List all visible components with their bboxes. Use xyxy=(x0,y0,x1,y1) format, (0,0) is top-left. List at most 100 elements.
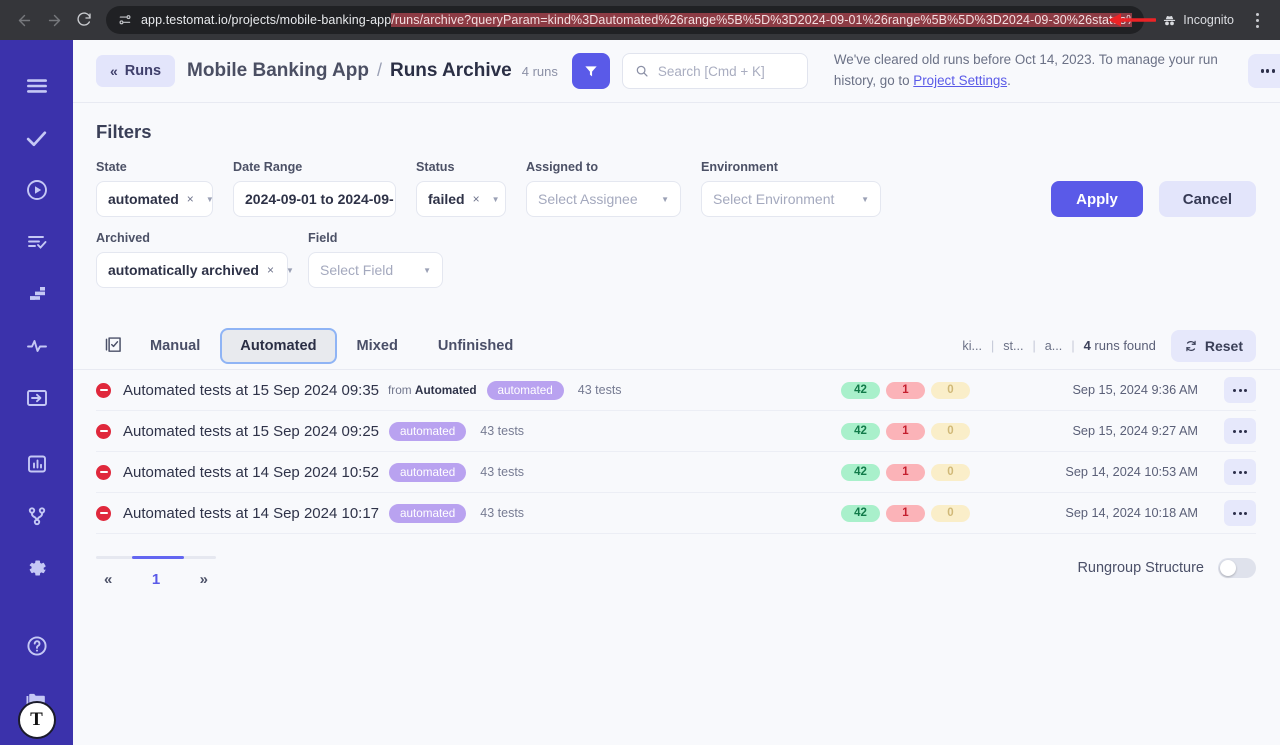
run-title[interactable]: Automated tests at 14 Sep 2024 10:17 xyxy=(123,505,379,522)
sidebar-item-help[interactable] xyxy=(15,624,59,668)
page-more-options-button[interactable] xyxy=(1248,54,1280,88)
sidebar-item-settings[interactable] xyxy=(15,546,59,590)
pagination-next-button[interactable]: » xyxy=(200,571,208,588)
row-more-options-button[interactable] xyxy=(1224,459,1256,485)
active-filter-chip-kind[interactable]: ki... xyxy=(962,339,982,353)
active-filter-chip-status[interactable]: st... xyxy=(1003,339,1023,353)
stat-passed: 42 xyxy=(841,423,880,440)
stat-passed: 42 xyxy=(841,505,880,522)
stat-skipped: 0 xyxy=(931,382,970,399)
row-more-options-button[interactable] xyxy=(1224,500,1256,526)
site-settings-icon[interactable] xyxy=(118,13,132,27)
archive-notice: We've cleared old runs before Oct 14, 20… xyxy=(834,50,1224,92)
sidebar-item-import[interactable] xyxy=(15,376,59,420)
back-to-runs-button[interactable]: « Runs xyxy=(96,55,175,87)
active-filter-chip-archived[interactable]: a... xyxy=(1045,339,1063,353)
filters-title: Filters xyxy=(96,121,1256,143)
clear-state-icon[interactable]: × xyxy=(187,192,194,206)
breadcrumb-project[interactable]: Mobile Banking App xyxy=(187,60,369,82)
sidebar-item-analytics[interactable] xyxy=(15,324,59,368)
pagination-active-indicator xyxy=(132,556,184,559)
tab-automated[interactable]: Automated xyxy=(220,328,336,364)
tab-manual[interactable]: Manual xyxy=(130,328,220,364)
tab-mixed[interactable]: Mixed xyxy=(337,328,418,364)
filter-select-state[interactable]: automated × ▼ xyxy=(96,181,213,217)
filter-toggle-button[interactable] xyxy=(572,53,610,89)
back-to-runs-label: Runs xyxy=(125,63,161,79)
filter-select-environment[interactable]: Select Environment ▼ xyxy=(701,181,881,217)
filter-select-assignee[interactable]: Select Assignee ▼ xyxy=(526,181,681,217)
filter-select-status[interactable]: failed × ▼ xyxy=(416,181,506,217)
tab-unfinished[interactable]: Unfinished xyxy=(418,328,533,364)
filter-select-field[interactable]: Select Field ▼ xyxy=(308,252,443,288)
search-placeholder: Search [Cmd + K] xyxy=(658,64,765,79)
table-row[interactable]: Automated tests at 14 Sep 2024 10:17 aut… xyxy=(96,493,1256,534)
runs-count-label: 4 runs xyxy=(522,64,558,79)
status-failed-icon xyxy=(96,424,111,439)
search-input[interactable]: Search [Cmd + K] xyxy=(622,53,808,89)
table-row[interactable]: Automated tests at 15 Sep 2024 09:35 fro… xyxy=(96,370,1256,411)
reset-filters-button[interactable]: Reset xyxy=(1171,330,1256,362)
browser-back-button[interactable] xyxy=(10,6,38,34)
status-badge: automated xyxy=(487,381,564,400)
run-stats: 42 1 0 xyxy=(841,382,970,399)
table-row[interactable]: Automated tests at 14 Sep 2024 10:52 aut… xyxy=(96,452,1256,493)
run-tests-count: 43 tests xyxy=(480,506,524,520)
help-icon xyxy=(25,634,49,658)
run-stats: 42 1 0 xyxy=(841,464,970,481)
browser-menu-button[interactable] xyxy=(1244,6,1270,34)
filter-label-date-range: Date Range xyxy=(233,160,396,174)
project-settings-link[interactable]: Project Settings xyxy=(913,73,1007,88)
filter-input-date-range[interactable]: 2024-09-01 to 2024-09- xyxy=(233,181,396,217)
breadcrumb: Mobile Banking App / Runs Archive 4 runs xyxy=(187,60,558,82)
chevron-left-icon: « xyxy=(110,63,118,79)
pagination-prev-button[interactable]: « xyxy=(104,571,112,588)
sidebar-item-menu[interactable] xyxy=(15,64,59,108)
app-logo[interactable]: T xyxy=(18,701,56,739)
filter-value-date-range: 2024-09-01 to 2024-09- xyxy=(245,191,394,207)
run-title[interactable]: Automated tests at 15 Sep 2024 09:25 xyxy=(123,423,379,440)
pagination-page-1[interactable]: 1 xyxy=(152,571,160,588)
run-kind-tabs: Manual Automated Mixed Unfinished ki... … xyxy=(73,314,1280,370)
run-title[interactable]: Automated tests at 14 Sep 2024 10:52 xyxy=(123,464,379,481)
sidebar-item-reports[interactable] xyxy=(15,442,59,486)
run-tests-count: 43 tests xyxy=(480,465,524,479)
row-more-options-button[interactable] xyxy=(1224,377,1256,403)
table-row[interactable]: Automated tests at 15 Sep 2024 09:25 aut… xyxy=(96,411,1256,452)
cancel-filters-button[interactable]: Cancel xyxy=(1159,181,1256,217)
filter-select-archived[interactable]: automatically archived × ▼ xyxy=(96,252,288,288)
sidebar-item-tests[interactable] xyxy=(15,116,59,160)
stat-skipped: 0 xyxy=(931,505,970,522)
clear-status-icon[interactable]: × xyxy=(473,192,480,206)
menu-icon xyxy=(24,73,50,99)
runs-found-label: runs found xyxy=(1094,338,1155,353)
sidebar-item-branches[interactable] xyxy=(15,494,59,538)
stat-passed: 42 xyxy=(841,382,880,399)
run-source-value: Automated xyxy=(415,383,477,397)
stat-failed: 1 xyxy=(886,464,925,481)
archive-notice-text: We've cleared old runs before Oct 14, 20… xyxy=(834,52,1218,88)
address-bar[interactable]: app.testomat.io/projects/mobile-banking-… xyxy=(106,6,1144,34)
status-failed-icon xyxy=(96,383,111,398)
app-shell: T « Runs Mobile Banking App / Runs Archi… xyxy=(0,40,1280,745)
stat-skipped: 0 xyxy=(931,464,970,481)
apply-filters-button[interactable]: Apply xyxy=(1051,181,1143,217)
run-tests-count: 43 tests xyxy=(578,383,622,397)
filter-value-environment: Select Environment xyxy=(713,191,834,207)
rungroup-structure-toggle[interactable] xyxy=(1218,558,1256,578)
chevron-down-icon: ▼ xyxy=(855,195,869,204)
run-title[interactable]: Automated tests at 15 Sep 2024 09:35 xyxy=(123,382,379,399)
browser-forward-button[interactable] xyxy=(40,6,68,34)
rungroup-structure-label: Rungroup Structure xyxy=(1077,560,1204,576)
filter-field-field: Field Select Field ▼ xyxy=(308,231,443,288)
row-more-options-button[interactable] xyxy=(1224,418,1256,444)
sidebar-item-steps[interactable] xyxy=(15,272,59,316)
filter-label-field: Field xyxy=(308,231,443,245)
browser-reload-button[interactable] xyxy=(70,6,98,34)
clear-archived-icon[interactable]: × xyxy=(267,263,274,277)
sidebar-item-plans[interactable] xyxy=(15,220,59,264)
chip-divider: | xyxy=(1071,339,1074,353)
sidebar-item-runs[interactable] xyxy=(15,168,59,212)
toggle-knob xyxy=(1220,560,1236,576)
rungroup-structure-control: Rungroup Structure xyxy=(1077,556,1256,578)
